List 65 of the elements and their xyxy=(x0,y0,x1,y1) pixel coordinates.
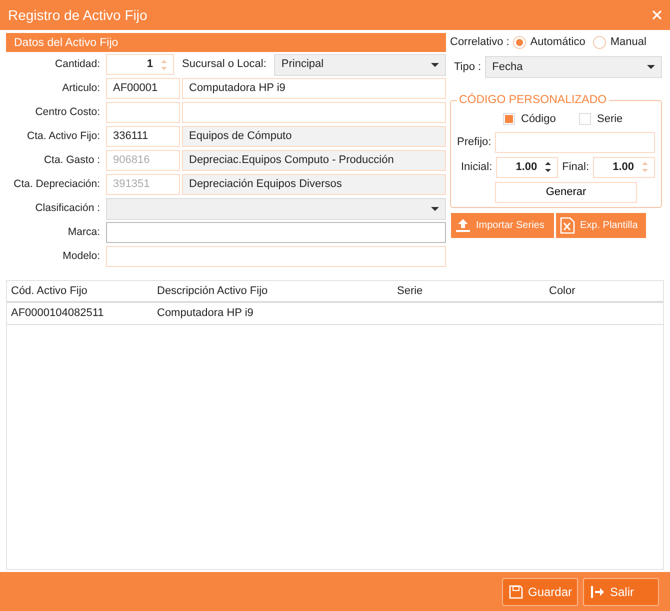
field-label: Articulo: xyxy=(61,80,101,96)
select-value: Fecha xyxy=(492,60,523,75)
select-value: Principal xyxy=(281,57,324,72)
field-label: Modelo: xyxy=(62,248,101,264)
field-label: Cantidad: xyxy=(54,56,101,72)
field-label: Clasificación : xyxy=(34,200,101,216)
classification-select[interactable] xyxy=(106,198,446,220)
branch-select[interactable]: Principal xyxy=(274,54,446,76)
field-label: Correlativo : xyxy=(450,35,510,50)
description-field[interactable]: Computadora HP i9 xyxy=(182,78,446,99)
checkbox-label: Código xyxy=(521,112,556,127)
column-header[interactable]: Cód. Activo Fijo xyxy=(7,282,157,300)
field-label: Cta. Activo Fijo: xyxy=(26,128,101,144)
generate-button[interactable]: Generar xyxy=(495,182,637,202)
field-label: Tipo : xyxy=(454,60,482,75)
field-label: Prefijo: xyxy=(457,134,492,150)
field-label: Inicial: xyxy=(461,160,492,175)
field-label: Sucursal o Local: xyxy=(182,57,266,72)
radio-option[interactable]: Automático xyxy=(513,34,586,51)
column-header[interactable]: Color xyxy=(549,282,659,300)
type-select[interactable]: Fecha xyxy=(485,56,662,78)
field-label: Final: xyxy=(562,160,590,175)
radio-option[interactable]: Manual xyxy=(593,34,646,51)
table-cell-text: AF0000104082511 xyxy=(10,306,105,322)
number-spinner[interactable]: 1.00 xyxy=(496,156,558,178)
input-field[interactable] xyxy=(106,246,446,267)
radio-icon[interactable] xyxy=(593,36,606,49)
prefix-field[interactable] xyxy=(495,132,655,152)
code-field[interactable]: 336111 xyxy=(106,126,180,147)
checkbox-option[interactable]: Código xyxy=(503,111,579,128)
caret-icon xyxy=(431,62,439,66)
checkbox[interactable] xyxy=(503,113,515,126)
checkbox[interactable] xyxy=(579,113,591,126)
spinner-value: 1.00 xyxy=(612,160,634,175)
quantity-spinner[interactable]: 1 xyxy=(106,54,174,75)
upload-icon xyxy=(455,218,471,232)
checkbox-option[interactable]: Serie xyxy=(579,111,655,128)
spreadsheet-icon xyxy=(560,216,575,234)
caret-icon xyxy=(431,206,439,210)
close-icon[interactable] xyxy=(652,10,662,20)
exit-icon xyxy=(590,584,605,598)
table-cell-text: Computadora HP i9 xyxy=(157,306,254,322)
column-header[interactable]: Serie xyxy=(397,282,549,300)
radio-icon[interactable] xyxy=(513,36,526,49)
section-header: Datos del Activo Fijo xyxy=(6,33,446,52)
spinner-value: 1.00 xyxy=(516,160,538,175)
save-icon xyxy=(509,584,523,598)
code-field[interactable]: AF00001 xyxy=(106,78,180,99)
description-field[interactable]: Equipos de Cómputo xyxy=(182,126,446,147)
column-header[interactable]: Descripción Activo Fijo xyxy=(157,282,397,300)
spinner-value: 1 xyxy=(146,57,153,72)
caret-icon xyxy=(647,65,655,69)
field-label: Centro Costo: xyxy=(34,104,101,120)
radio-label: Manual xyxy=(610,35,646,50)
window-title: Registro de Activo Fijo xyxy=(8,6,148,25)
field-label: Marca: xyxy=(66,224,101,240)
radio-label: Automático xyxy=(530,35,586,50)
checkbox-label: Serie xyxy=(597,112,623,127)
field-label: Cta. Depreciación: xyxy=(12,176,101,192)
field-label: Cta. Gasto : xyxy=(42,152,101,168)
description-field[interactable] xyxy=(182,102,446,123)
input-field[interactable] xyxy=(106,222,446,243)
number-spinner[interactable]: 1.00 xyxy=(593,156,655,178)
code-field[interactable] xyxy=(106,102,180,123)
spinner-arrows-icon[interactable] xyxy=(545,161,552,173)
